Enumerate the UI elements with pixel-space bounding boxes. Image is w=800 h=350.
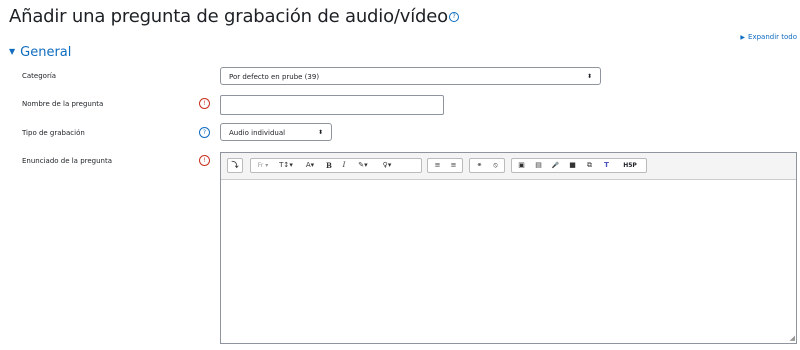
microphone-icon[interactable]: 🎤: [548, 159, 563, 172]
unordered-list-icon[interactable]: ≡: [430, 159, 445, 172]
paragraph-style-icon[interactable]: Fr ▾: [252, 159, 274, 172]
question-text-editor[interactable]: ⤵ Fr ▾ T↕▾ A▾ B I ✎▾ ♀▾ ≡ ≡ ⚭ ⦸ ▣ ▤ 🎤 ■ …: [220, 152, 797, 344]
question-name-label: Nombre de la pregunta: [22, 100, 104, 108]
expand-triangle-icon: ▶: [740, 34, 746, 41]
expand-all-link[interactable]: ▶ Expandir todo: [740, 33, 797, 41]
recording-type-label: Tipo de grabación: [22, 129, 85, 137]
toolbar-group: ⤵: [227, 158, 243, 173]
ordered-list-icon[interactable]: ≡: [446, 159, 461, 172]
copy-icon[interactable]: ⧉: [582, 159, 597, 172]
toolbar-group: Fr ▾ T↕▾ A▾ B I ✎▾ ♀▾: [250, 158, 422, 173]
unlink-icon[interactable]: ⦸: [488, 159, 503, 172]
recording-type-select-value: Audio individual: [229, 129, 286, 137]
lightbulb-icon[interactable]: ♀▾: [376, 159, 398, 172]
link-icon[interactable]: ⚭: [472, 159, 487, 172]
toolbar-group: ▣ ▤ 🎤 ■ ⧉ T H5P: [511, 158, 647, 173]
teams-icon[interactable]: T: [599, 159, 614, 172]
recording-type-select[interactable]: Audio individual ⬍: [220, 123, 332, 141]
required-icon: !: [199, 98, 210, 109]
required-icon: !: [199, 155, 210, 166]
question-text-label: Enunciado de la pregunta: [22, 157, 113, 165]
help-icon[interactable]: ?: [448, 12, 459, 22]
text-size-icon[interactable]: T↕▾: [275, 159, 297, 172]
toggle-toolbar-icon[interactable]: ⤵: [228, 159, 242, 172]
italic-icon[interactable]: I: [337, 159, 351, 172]
bold-icon[interactable]: B: [322, 159, 336, 172]
section-general-header[interactable]: ▼ General: [9, 45, 71, 60]
image-icon[interactable]: ▣: [514, 159, 529, 172]
brush-icon[interactable]: ✎▾: [352, 159, 374, 172]
category-label: Categoría: [22, 72, 57, 80]
font-color-icon[interactable]: A▾: [299, 159, 321, 172]
question-name-input[interactable]: [220, 95, 444, 115]
page-title: Añadir una pregunta de grabación de audi…: [9, 6, 459, 27]
toolbar-group: ≡ ≡: [427, 158, 463, 173]
select-caret-icon: ⬍: [317, 129, 323, 136]
media-icon[interactable]: ▤: [531, 159, 546, 172]
resize-handle-icon[interactable]: ◢: [790, 334, 795, 342]
editor-toolbar: ⤵ Fr ▾ T↕▾ A▾ B I ✎▾ ♀▾ ≡ ≡ ⚭ ⦸ ▣ ▤ 🎤 ■ …: [221, 153, 796, 180]
chevron-down-icon: ▼: [9, 47, 16, 56]
help-icon[interactable]: ?: [199, 127, 210, 138]
h5p-icon[interactable]: H5P: [615, 159, 645, 172]
video-camera-icon[interactable]: ■: [565, 159, 580, 172]
toolbar-group: ⚭ ⦸: [469, 158, 505, 173]
category-select-value: Por defecto en prube (39): [229, 73, 320, 81]
select-caret-icon: ⬍: [586, 73, 592, 80]
category-select[interactable]: Por defecto en prube (39) ⬍: [220, 67, 601, 85]
